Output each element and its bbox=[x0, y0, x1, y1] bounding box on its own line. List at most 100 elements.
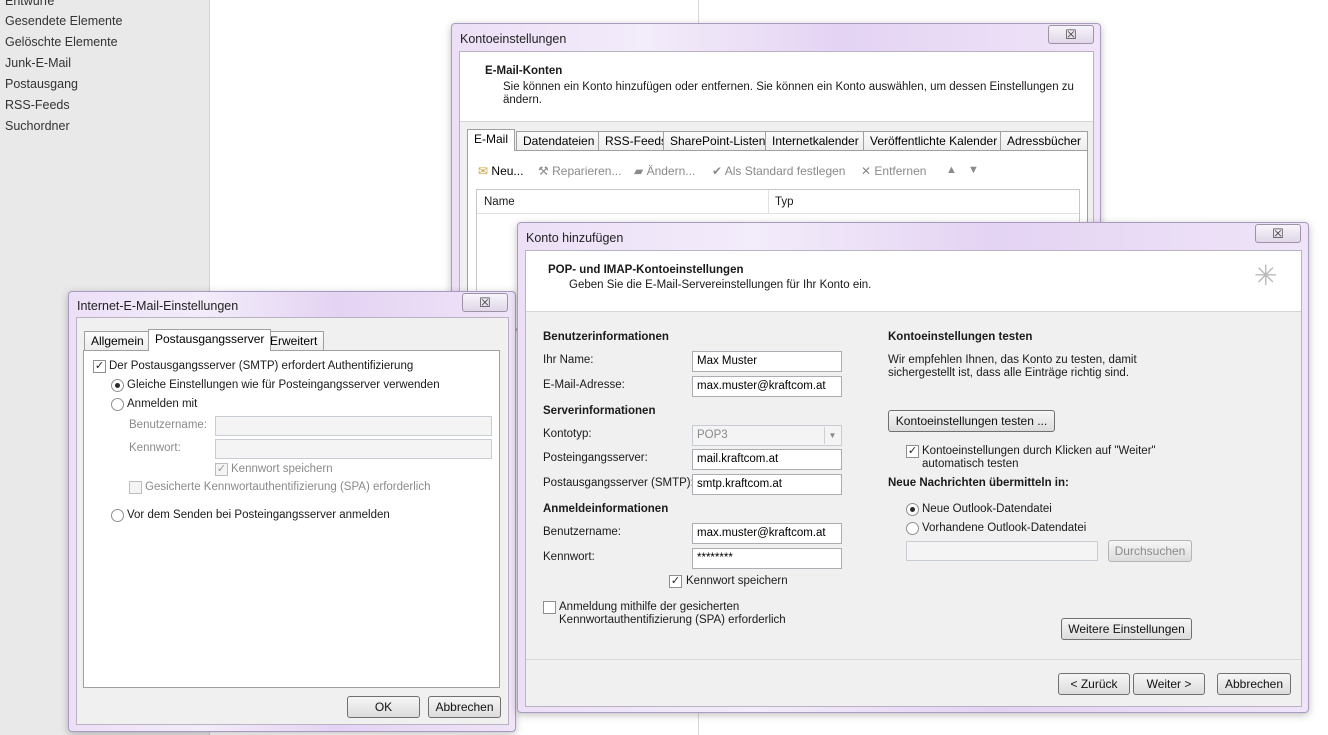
folder-search[interactable]: Suchordner bbox=[5, 119, 70, 133]
username-input[interactable]: max.muster@kraftcom.at bbox=[692, 523, 842, 544]
save-password-checkbox[interactable]: ✓ bbox=[669, 575, 682, 588]
test-settings-heading: Kontoeinstellungen testen bbox=[888, 331, 1033, 343]
next-button[interactable]: Weiter > bbox=[1133, 673, 1205, 695]
tab-internet-calendar[interactable]: Internetkalender bbox=[765, 131, 866, 151]
chevron-down-icon: ▼ bbox=[824, 427, 840, 444]
tab-address-books[interactable]: Adressbücher bbox=[1000, 131, 1089, 151]
move-up-arrow-icon[interactable]: ▲ bbox=[946, 164, 957, 176]
tab-email[interactable]: E-Mail bbox=[467, 129, 516, 151]
list-header: Name Typ bbox=[477, 190, 1079, 214]
page-title: POP- und IMAP-Kontoeinstellungen bbox=[548, 264, 744, 276]
repair-button[interactable]: ⚒ Reparieren... bbox=[538, 164, 621, 178]
smtp-auth-checkbox[interactable]: ✓ bbox=[93, 360, 106, 373]
column-name[interactable]: Name bbox=[484, 196, 515, 208]
save-password-checkbox[interactable]: ✓ bbox=[215, 463, 228, 476]
edit-icon: ▰ bbox=[634, 164, 644, 178]
new-datafile-radio[interactable] bbox=[906, 503, 919, 516]
close-button[interactable]: ☒ bbox=[1255, 224, 1301, 243]
tab-published-calendar[interactable]: Veröffentlichte Kalender bbox=[863, 131, 1005, 151]
tab-general[interactable]: Allgemein bbox=[84, 331, 151, 351]
password-label: Kennwort: bbox=[129, 442, 181, 454]
folder-sent[interactable]: Gesendete Elemente bbox=[5, 14, 122, 28]
password-input[interactable] bbox=[215, 439, 492, 459]
existing-datafile-radio[interactable] bbox=[906, 522, 919, 535]
more-settings-button[interactable]: Weitere Einstellungen bbox=[1061, 618, 1192, 640]
user-info-heading: Benutzerinformationen bbox=[543, 331, 669, 343]
folder-junk[interactable]: Junk-E-Mail bbox=[5, 56, 71, 70]
auto-test-label-cont: automatisch testen bbox=[922, 458, 1019, 470]
internet-mail-client: Allgemein Postausgangsserver Erweitert ✓… bbox=[76, 317, 509, 725]
close-button[interactable]: ☒ bbox=[1048, 25, 1094, 44]
login-with-radio[interactable] bbox=[111, 398, 124, 411]
remove-x-icon: ✕ bbox=[861, 164, 872, 178]
login-with-label: Anmelden mit bbox=[127, 398, 198, 410]
tab-data-files[interactable]: Datendateien bbox=[516, 131, 602, 151]
email-label: E-Mail-Adresse: bbox=[543, 379, 625, 391]
new-datafile-label: Neue Outlook-Datendatei bbox=[922, 503, 1052, 515]
back-button[interactable]: < Zurück bbox=[1058, 673, 1130, 695]
cancel-button[interactable]: Abbrechen bbox=[1217, 673, 1291, 695]
save-password-label: Kennwort speichern bbox=[231, 463, 333, 475]
auto-test-label: Kontoeinstellungen durch Klicken auf "We… bbox=[922, 445, 1156, 457]
window-title: Konto hinzufügen bbox=[526, 231, 624, 245]
tools-icon: ⚒ bbox=[538, 164, 549, 178]
smtp-auth-label: Der Postausgangsserver (SMTP) erfordert … bbox=[109, 360, 414, 372]
account-type-select[interactable]: POP3 ▼ bbox=[692, 425, 842, 446]
login-before-send-label: Vor dem Senden bei Posteingangsserver an… bbox=[127, 509, 390, 521]
incoming-server-input[interactable]: mail.kraftcom.at bbox=[692, 449, 842, 470]
auto-test-checkbox[interactable]: ✓ bbox=[906, 445, 919, 458]
set-default-button[interactable]: ✔ Als Standard festlegen bbox=[712, 164, 845, 178]
password-label: Kennwort: bbox=[543, 551, 595, 563]
section-heading: E-Mail-Konten bbox=[485, 65, 563, 77]
column-divider bbox=[768, 190, 769, 214]
folder-rss[interactable]: RSS-Feeds bbox=[5, 98, 70, 112]
description-cont: ändern. bbox=[503, 94, 543, 106]
folder-drafts[interactable]: Entwürfe bbox=[5, 0, 54, 8]
remove-button[interactable]: ✕ Entfernen bbox=[861, 164, 926, 178]
close-button[interactable]: ☒ bbox=[462, 293, 508, 312]
server-info-heading: Serverinformationen bbox=[543, 405, 656, 417]
tab-outgoing-server[interactable]: Postausgangsserver bbox=[148, 329, 272, 351]
test-settings-button[interactable]: Kontoeinstellungen testen ... bbox=[888, 410, 1055, 432]
login-before-send-radio[interactable] bbox=[111, 509, 124, 522]
column-type[interactable]: Typ bbox=[775, 196, 794, 208]
account-type-label: Kontotyp: bbox=[543, 428, 592, 440]
datafile-path-input[interactable] bbox=[906, 541, 1098, 561]
same-settings-label: Gleiche Einstellungen wie für Posteingan… bbox=[127, 379, 440, 391]
add-account-client: POP- und IMAP-Kontoeinstellungen Geben S… bbox=[525, 250, 1302, 707]
page-subtitle: Geben Sie die E-Mail-Servereinstellungen… bbox=[569, 279, 872, 291]
spa-label: Anmeldung mithilfe der gesicherten bbox=[559, 601, 740, 613]
outgoing-server-input[interactable]: smtp.kraftcom.at bbox=[692, 474, 842, 495]
description: Sie können ein Konto hinzufügen oder ent… bbox=[503, 81, 1074, 93]
password-input[interactable]: ******** bbox=[692, 548, 842, 569]
existing-datafile-label: Vorhandene Outlook-Datendatei bbox=[922, 522, 1087, 534]
tab-sharepoint[interactable]: SharePoint-Listen bbox=[663, 131, 773, 151]
email-input[interactable]: max.muster@kraftcom.at bbox=[692, 376, 842, 397]
ok-button[interactable]: OK bbox=[347, 696, 420, 718]
cursor-sparkle-icon: ✳ bbox=[1254, 260, 1278, 291]
save-password-label: Kennwort speichern bbox=[686, 575, 788, 587]
add-account-window: Konto hinzufügen ☒ POP- und IMAP-Kontoei… bbox=[517, 222, 1309, 713]
spa-checkbox[interactable] bbox=[129, 481, 142, 494]
tab-advanced[interactable]: Erweitert bbox=[263, 331, 325, 351]
spa-checkbox[interactable] bbox=[543, 601, 556, 614]
change-button[interactable]: ▰ Ändern... bbox=[634, 164, 695, 178]
browse-button[interactable]: Durchsuchen bbox=[1108, 540, 1192, 562]
same-settings-radio[interactable] bbox=[111, 379, 124, 392]
check-circle-icon: ✔ bbox=[712, 164, 723, 178]
new-account-button[interactable]: ✉ Neu... bbox=[478, 164, 523, 178]
cancel-button[interactable]: Abbrechen bbox=[428, 696, 501, 718]
login-info-heading: Anmeldeinformationen bbox=[543, 503, 669, 515]
username-label: Benutzername: bbox=[543, 526, 621, 538]
header-panel: POP- und IMAP-Kontoeinstellungen Geben S… bbox=[526, 251, 1301, 312]
username-input[interactable] bbox=[215, 416, 492, 436]
move-down-arrow-icon[interactable]: ▼ bbox=[968, 164, 979, 176]
footer-divider bbox=[526, 659, 1301, 660]
name-label: Ihr Name: bbox=[543, 354, 594, 366]
new-mail-icon: ✉ bbox=[478, 164, 489, 178]
folder-deleted[interactable]: Gelöschte Elemente bbox=[5, 35, 118, 49]
name-input[interactable]: Max Muster bbox=[692, 351, 842, 372]
folder-outbox[interactable]: Postausgang bbox=[5, 77, 78, 91]
incoming-server-label: Posteingangsserver: bbox=[543, 452, 648, 464]
internet-mail-settings-window: Internet-E-Mail-Einstellungen ☒ Allgemei… bbox=[68, 291, 516, 732]
